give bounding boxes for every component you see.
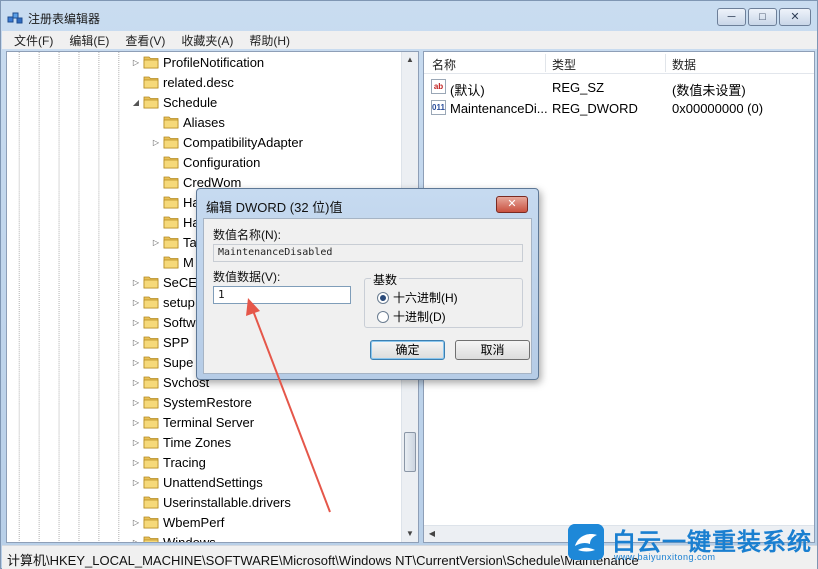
annotation-arrow-icon — [246, 298, 331, 513]
watermark-logo-icon — [568, 524, 604, 560]
watermark-url: www.baiyunxitong.com — [614, 552, 716, 562]
watermark: 白云一键重装系统 www.baiyunxitong.com — [568, 522, 818, 566]
